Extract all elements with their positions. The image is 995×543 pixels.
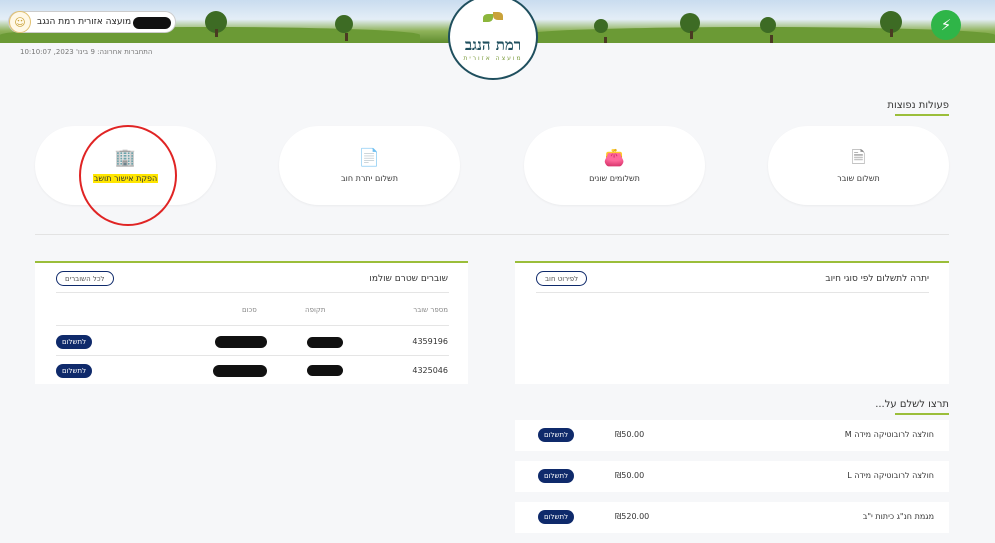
item-amount: ₪50.00 — [615, 430, 645, 439]
pay-item-button[interactable]: לתשלום — [538, 510, 575, 524]
action-label: תשלום שובר — [837, 174, 880, 183]
lightning-icon[interactable]: ⚡ — [931, 10, 961, 40]
item-amount: ₪520.00 — [615, 512, 650, 521]
item-label: חולצה לרובוטיקה מידה M — [844, 430, 934, 439]
voucher-number: 4359196 — [412, 337, 448, 346]
quick-actions-title: פעולות נפוצות — [887, 100, 949, 116]
action-resident-certificate-button[interactable]: 🏢 הפקת אישור תושב — [35, 126, 216, 205]
last-login-text: התחברות אחרונה: 9 בינו' 2023, 10:10:07 — [20, 48, 153, 56]
wallet-icon: 👛 — [603, 148, 626, 168]
banner-hill — [520, 27, 995, 43]
panel-divider — [56, 292, 449, 293]
banner-tree — [205, 11, 227, 37]
pay-voucher-button[interactable]: לתשלום — [56, 364, 93, 378]
redaction-mask — [307, 365, 343, 376]
debt-details-button[interactable]: לפירוט חוב — [536, 271, 588, 286]
action-label: תשלום יתרת חוב — [341, 174, 398, 183]
user-name: מועצה אזורית רמת הנגב — [37, 17, 132, 27]
pay-voucher-button[interactable]: לתשלום — [56, 335, 93, 349]
document-icon: 📄 — [358, 148, 381, 168]
banner-tree — [760, 17, 776, 43]
banner-tree — [335, 15, 353, 41]
column-header-number: מספר שובר — [413, 306, 448, 314]
action-label: הפקת אישור תושב — [92, 174, 159, 183]
user-menu[interactable]: ☺ מועצה אזורית רמת הנגב — [8, 11, 176, 33]
section-divider — [35, 234, 949, 235]
column-header-amount: סכום — [242, 306, 257, 314]
pay-item-button[interactable]: לתשלום — [538, 428, 575, 442]
council-logo[interactable]: רמת הנגב מועצה אזורית — [448, 0, 538, 80]
action-misc-payments-button[interactable]: 👛 תשלומים שונים — [524, 126, 705, 205]
voucher-number: 4325046 — [412, 366, 448, 375]
user-avatar-icon: ☺ — [9, 11, 31, 33]
item-amount: ₪50.00 — [615, 471, 645, 480]
panel-divider — [536, 292, 929, 293]
all-vouchers-button[interactable]: לכל השוברים — [56, 271, 114, 286]
item-label: מגמת חנ"ג כיתות י"ב — [862, 512, 934, 521]
banner-tree — [880, 11, 902, 37]
pay-for-title: תרצו לשלם על... — [875, 399, 949, 415]
action-label-wrap: הפקת אישור תושב — [92, 174, 159, 183]
balance-panel: יתרה לתשלום לפי סוגי חיוב לפירוט חוב — [515, 261, 949, 384]
action-label: תשלומים שונים — [589, 174, 640, 183]
action-pay-debt-button[interactable]: 📄 תשלום יתרת חוב — [279, 126, 460, 205]
receipt-icon: 🗎 — [851, 148, 866, 168]
logo-subtitle: מועצה אזורית — [463, 55, 523, 62]
sprout-icon — [481, 12, 505, 26]
redaction-mask — [307, 337, 343, 348]
banner-tree — [680, 13, 700, 39]
list-item: לתשלום ₪50.00 חולצה לרובוטיקה מידה L — [515, 461, 949, 492]
table-divider — [56, 325, 449, 326]
redaction-mask — [133, 17, 171, 29]
redaction-mask — [215, 336, 267, 348]
vouchers-panel: שוברים שטרם שולמו לכל השוברים מספר שובר … — [35, 261, 468, 384]
redaction-mask — [213, 365, 267, 377]
pay-item-button[interactable]: לתשלום — [538, 469, 575, 483]
list-item: לתשלום ₪50.00 חולצה לרובוטיקה מידה M — [515, 420, 949, 451]
item-label: חולצה לרובוטיקה מידה L — [847, 471, 934, 480]
column-header-period: תקופה — [305, 306, 326, 314]
balance-panel-title: יתרה לתשלום לפי סוגי חיוב — [825, 274, 929, 284]
logo-title: רמת הנגב — [464, 36, 522, 54]
banner-tree — [594, 19, 608, 43]
action-pay-voucher-button[interactable]: 🗎 תשלום שובר — [768, 126, 949, 205]
list-item: לתשלום ₪520.00 מגמת חנ"ג כיתות י"ב — [515, 502, 949, 533]
building-icon: 🏢 — [114, 148, 137, 168]
vouchers-panel-title: שוברים שטרם שולמו — [369, 274, 448, 284]
table-row-divider — [56, 355, 449, 356]
